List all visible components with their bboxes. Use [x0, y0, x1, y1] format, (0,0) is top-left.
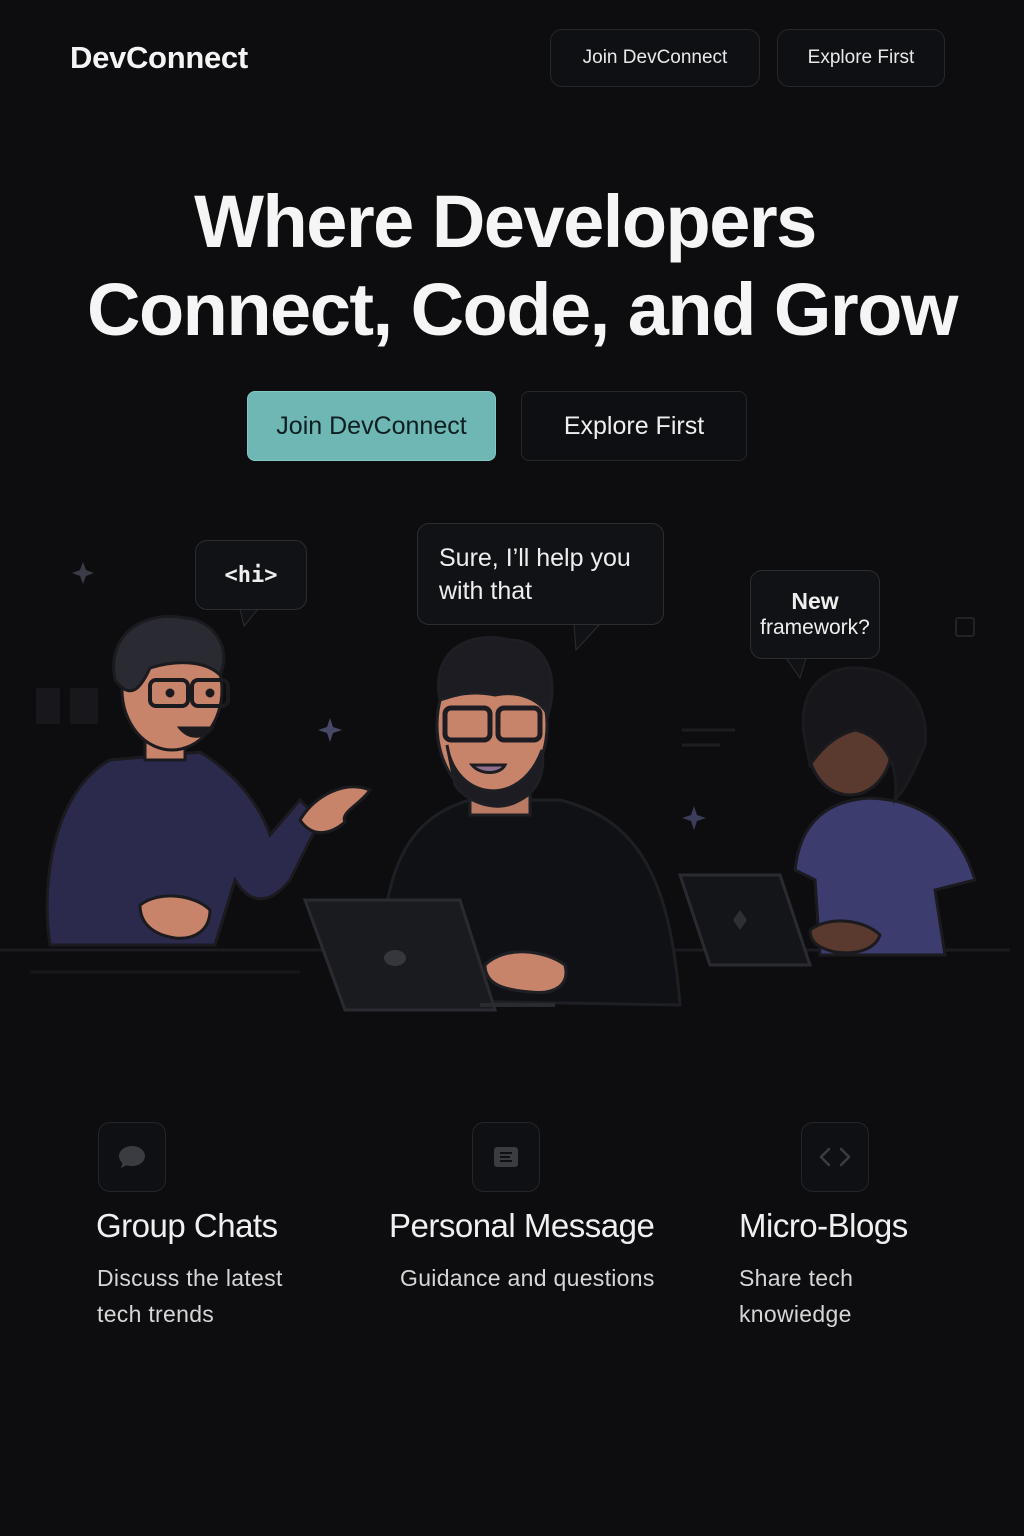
person-right — [677, 666, 977, 967]
feature-desc-line: tech trends — [97, 1301, 215, 1327]
feature-title-micro-blogs: Micro-Blogs — [739, 1207, 908, 1244]
feature-desc-micro-blogs: Share tech knowiedge — [739, 1260, 853, 1332]
logo[interactable]: DevConnect — [70, 40, 248, 76]
feature-desc-personal-message: Guidance and questions — [400, 1260, 655, 1296]
person-center — [302, 636, 682, 1012]
speech-bubble-framework-line2: framework? — [760, 616, 870, 639]
speech-bubble-help-line1: Sure, I’ll help you — [439, 544, 631, 572]
feature-desc-line: knowiedge — [739, 1301, 852, 1327]
speech-bubble-help: Sure, I’ll help you with that — [417, 523, 664, 625]
nav-join-button[interactable]: Join DevConnect — [550, 29, 760, 87]
chat-bubble-icon — [98, 1122, 166, 1192]
feature-title-group-chats: Group Chats — [96, 1207, 278, 1244]
speech-bubble-framework-line1: New — [791, 588, 839, 614]
feature-desc-line: Discuss the latest — [97, 1265, 283, 1291]
feature-desc-group-chats: Discuss the latest tech trends — [97, 1260, 283, 1332]
speech-bubble-help-line2: with that — [439, 577, 533, 605]
person-left — [45, 614, 373, 947]
nav-explore-button[interactable]: Explore First — [777, 29, 945, 87]
speech-bubble-hi: <hi> — [195, 540, 307, 610]
code-brackets-icon — [801, 1122, 869, 1192]
hero-title-line2: Connect, Code, and Grow — [87, 268, 958, 351]
message-icon — [472, 1122, 540, 1192]
feature-title-personal-message: Personal Message — [389, 1207, 655, 1244]
feature-desc-line: Share tech — [739, 1265, 854, 1291]
feature-desc-line: Guidance and questions — [400, 1265, 655, 1291]
join-devconnect-button[interactable]: Join DevConnect — [247, 391, 496, 461]
hero-title-line1: Where Developers — [194, 180, 817, 263]
explore-first-button[interactable]: Explore First — [521, 391, 747, 461]
speech-bubble-framework: New framework? — [750, 570, 880, 659]
hero-title: Where Developers Connect, Code, and Grow — [0, 178, 1024, 354]
